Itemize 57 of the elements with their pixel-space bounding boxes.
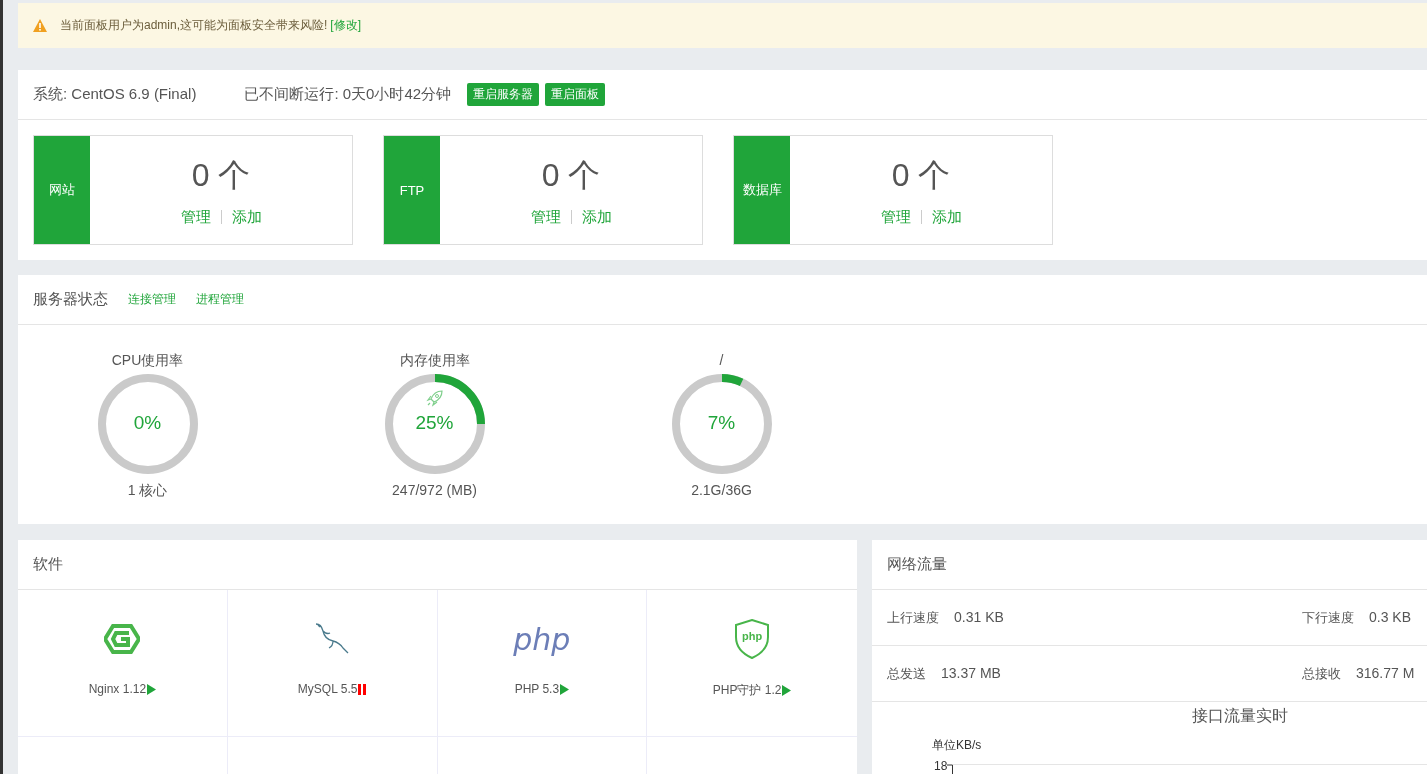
section-title: 服务器状态 xyxy=(33,290,108,309)
php-logo: php xyxy=(513,621,571,657)
software-tile[interactable]: php PHP守护 1.2 xyxy=(647,590,857,737)
card-link[interactable]: 管理 xyxy=(530,207,561,227)
card-label: FTP xyxy=(384,136,440,244)
software-name: MySQL 5.5 xyxy=(297,682,358,696)
dolphin-icon xyxy=(314,622,351,656)
gauge-detail: 1 核心 xyxy=(127,482,168,500)
count-value: 0 个 xyxy=(541,155,601,195)
gauge-value: 0% xyxy=(132,412,163,434)
hexagon-g-icon xyxy=(104,624,141,654)
gauge-value: 25% xyxy=(414,412,455,434)
software-tile[interactable]: php PHP 5.3 xyxy=(437,590,648,737)
gauge-value: 7% xyxy=(706,412,737,434)
traffic-value: 13.37 MB xyxy=(941,664,1001,683)
software-name: Nginx 1.12 xyxy=(88,682,147,696)
count-value: 0 个 xyxy=(891,155,951,195)
section-title: 网络流量 xyxy=(887,555,947,574)
card-label: 网站 xyxy=(34,136,90,244)
card-link[interactable]: 添加 xyxy=(231,207,262,227)
warning-icon xyxy=(33,19,47,32)
system-info: 系统: CentOS 6.9 (Final) xyxy=(33,85,197,104)
traffic-value: 0.3 KB xyxy=(1369,608,1412,627)
count-value: 0 个 xyxy=(191,155,251,195)
manage-link[interactable]: 进程管理 xyxy=(196,291,244,308)
manage-link[interactable]: 连接管理 xyxy=(128,291,176,308)
gauge-detail: 247/972 (MB) xyxy=(392,482,477,498)
software-name: PHP守护 1.2 xyxy=(712,682,782,699)
card-label: 数据库 xyxy=(734,136,790,244)
software-tile[interactable]: MySQL 5.5 xyxy=(227,590,438,737)
warning-text: 当前面板用户为admin,这可能为面板安全带来风险! xyxy=(60,17,328,34)
card-link[interactable]: 管理 xyxy=(180,207,211,227)
restart-button[interactable]: 重启服务器 xyxy=(467,83,540,106)
software-tile[interactable]: Nginx 1.12 xyxy=(18,590,228,737)
card-link[interactable]: 管理 xyxy=(880,207,911,227)
traffic-label: 总接收 xyxy=(1302,664,1341,683)
traffic-value: 316.77 M xyxy=(1356,664,1415,683)
restart-button[interactable]: 重启面板 xyxy=(545,83,606,106)
unit-label: 单位KB/s xyxy=(932,737,983,754)
axis-tick-label: 18 xyxy=(934,760,948,772)
uptime-text: 已不间断运行: 0天0小时42分钟 xyxy=(244,85,452,104)
traffic-label: 总发送 xyxy=(887,664,926,683)
shield-logo: php xyxy=(734,619,771,659)
software-name: PHP 5.3 xyxy=(514,682,560,696)
traffic-label: 下行速度 xyxy=(1302,608,1354,627)
gauge-title: CPU使用率 xyxy=(111,352,184,368)
gauge-title: / xyxy=(719,352,724,368)
card-link[interactable]: 添加 xyxy=(581,207,612,227)
gauge-detail: 2.1G/36G xyxy=(691,482,752,498)
chart-title: 接口流量实时 xyxy=(1190,706,1289,726)
modify-link[interactable]: [修改] xyxy=(330,17,362,34)
rocket-icon[interactable] xyxy=(425,389,444,407)
gauge-title: 内存使用率 xyxy=(399,352,470,368)
traffic-label: 上行速度 xyxy=(887,608,939,627)
card-link[interactable]: 添加 xyxy=(931,207,962,227)
traffic-value: 0.31 KB xyxy=(954,608,1004,627)
section-title: 软件 xyxy=(33,555,63,574)
